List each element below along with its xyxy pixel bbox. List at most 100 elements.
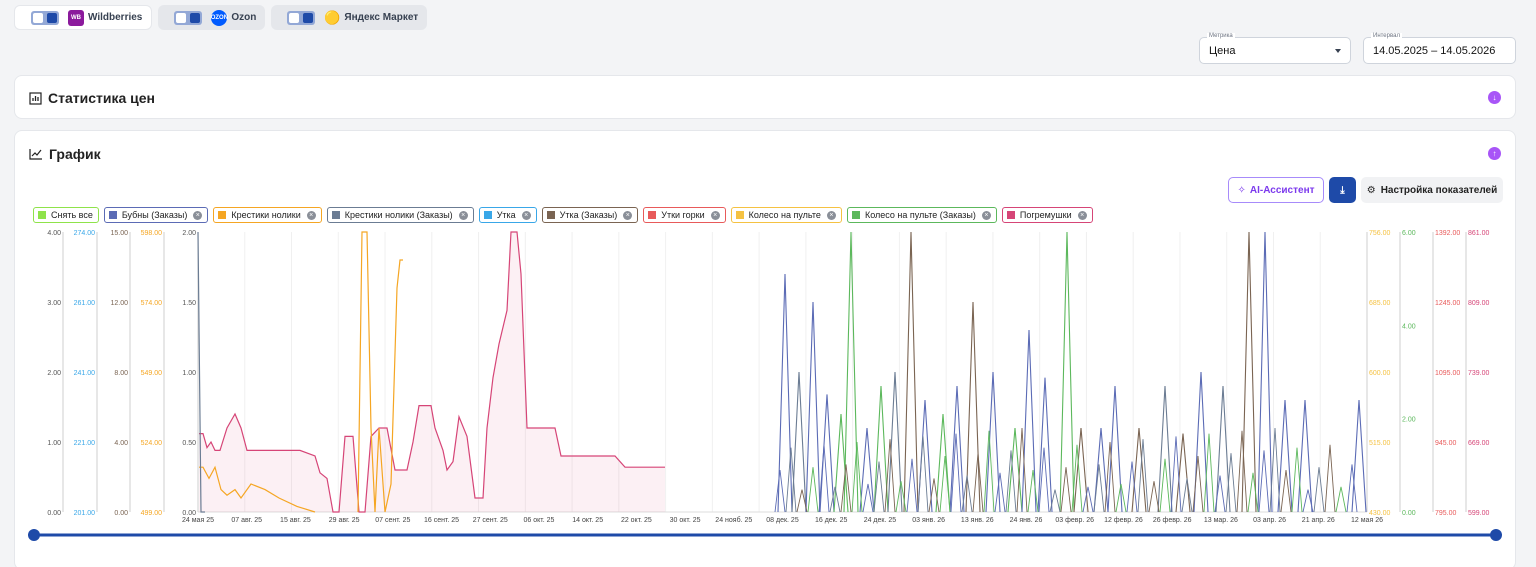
marketplace-label: Ozon <box>231 12 257 23</box>
range-slider-handle-start[interactable] <box>28 529 40 541</box>
y-tick-label: 574.00 <box>141 300 163 307</box>
ai-assistant-button[interactable]: ✧ AI-Ассистент <box>1228 177 1324 203</box>
yandex-market-logo: 🟡 <box>324 9 341 25</box>
series-line <box>1313 467 1325 513</box>
y-tick-label: 0.00 <box>1402 510 1416 517</box>
series-line <box>1059 231 1075 513</box>
x-tick-label: 24 дек. 25 <box>864 517 897 524</box>
close-icon[interactable]: × <box>306 210 316 220</box>
page-title: Статистика цен <box>48 90 155 106</box>
download-icon: ⤓ <box>1340 184 1345 196</box>
legend-swatch <box>38 211 46 219</box>
legend-item[interactable]: Колесо на пульте × <box>730 207 842 223</box>
x-tick-label: 22 окт. 25 <box>621 517 652 524</box>
x-tick-label: 26 февр. 26 <box>1153 517 1192 524</box>
marketplace-yandex-market[interactable]: 🟡 Яндекс Маркет <box>271 5 428 30</box>
legend-label: Колесо на пульте (Заказы) <box>864 210 976 220</box>
legend-swatch <box>483 211 492 219</box>
y-tick-label: 0.50 <box>182 440 196 447</box>
interval-picker[interactable]: Интервал 14.05.2025 – 14.05.2026 <box>1363 33 1516 64</box>
series-line <box>807 467 819 513</box>
gear-icon: ⚙ <box>1366 184 1376 196</box>
series-line <box>1257 231 1273 513</box>
legend-item[interactable]: Снять все <box>33 207 99 223</box>
y-tick-label: 201.00 <box>74 510 96 517</box>
legend-item[interactable]: Бубны (Заказы) × <box>103 207 209 223</box>
close-icon[interactable]: × <box>981 210 991 220</box>
graph-panel: График ↑ ✧ AI-Ассистент ⤓ ⚙ Настройка по… <box>14 130 1516 567</box>
series-line <box>1027 469 1039 513</box>
legend-swatch <box>1006 211 1015 219</box>
close-icon[interactable]: × <box>710 210 720 220</box>
legend-label: Утка <box>496 210 516 220</box>
settings-button[interactable]: ⚙ Настройка показателей <box>1361 177 1503 203</box>
marketplace-ozon[interactable]: OZON Ozon <box>158 5 266 30</box>
close-icon[interactable]: × <box>458 210 468 220</box>
marketplace-label: Wildberries <box>88 12 143 23</box>
legend-item[interactable]: Крестики нолики × <box>213 207 322 223</box>
price-chart[interactable]: 4.00 3.00 2.00 1.00 0.00 274.00 261.00 241.00 22… <box>15 225 1515 555</box>
legend-item[interactable]: Погремушки × <box>1001 207 1093 223</box>
y-tick-label: 4.00 <box>47 230 61 237</box>
y-tick-label: 1.50 <box>182 300 196 307</box>
metric-select[interactable]: Метрика Цена <box>1199 33 1351 64</box>
y-tick-label: 2.00 <box>47 370 61 377</box>
sparkle-icon: ✧ <box>1237 184 1246 196</box>
range-slider-handle-end[interactable] <box>1490 529 1502 541</box>
metric-label: Метрика <box>1207 33 1235 39</box>
legend-item[interactable]: Утка × <box>478 207 537 223</box>
y-tick-label: 1392.00 <box>1435 230 1460 237</box>
legend-label: Снять все <box>51 210 93 220</box>
series-line <box>1148 481 1160 513</box>
legend-label: Утки горки <box>661 210 705 220</box>
close-icon[interactable]: × <box>826 210 836 220</box>
marketplace-wildberries[interactable]: WB Wildberries <box>14 5 153 30</box>
arrow-up-circle-icon[interactable]: ↑ <box>1488 147 1501 160</box>
close-icon[interactable]: × <box>1077 210 1087 220</box>
marketplace-label: Яндекс Маркет <box>344 12 419 23</box>
series-line <box>1335 486 1347 513</box>
close-icon[interactable]: × <box>193 210 203 220</box>
toggle-switch[interactable] <box>31 10 59 25</box>
interval-value: 14.05.2025 – 14.05.2026 <box>1373 45 1496 57</box>
y-tick-label: 499.00 <box>141 510 163 517</box>
x-tick-label: 13 мар. 26 <box>1204 517 1238 524</box>
legend-item[interactable]: Утка (Заказы) × <box>541 207 639 223</box>
y-tick-label: 241.00 <box>74 370 96 377</box>
legend-swatch <box>648 211 657 219</box>
metric-value: Цена <box>1209 45 1236 57</box>
close-icon[interactable]: × <box>623 210 633 220</box>
interval-label: Интервал <box>1371 33 1402 39</box>
series-line <box>774 469 786 513</box>
graph-title: График <box>49 146 101 162</box>
arrow-down-circle-icon[interactable]: ↓ <box>1488 91 1501 104</box>
x-tick-label: 06 окт. 25 <box>524 517 555 524</box>
legend-item[interactable]: Колесо на пульте (Заказы) × <box>846 207 997 223</box>
y-tick-label: 945.00 <box>1435 440 1457 447</box>
legend-swatch <box>546 211 555 219</box>
x-tick-label: 24 нояб. 25 <box>715 516 752 524</box>
price-stats-panel[interactable]: Статистика цен ↓ <box>14 75 1516 119</box>
toggle-switch[interactable] <box>287 10 316 25</box>
y-tick-label: 795.00 <box>1435 510 1457 517</box>
y-tick-label: 756.00 <box>1369 230 1391 237</box>
graph-header: График <box>29 146 101 162</box>
legend-item[interactable]: Утки горки × <box>643 207 726 223</box>
wildberries-logo: WB <box>68 9 84 26</box>
series-line <box>1297 399 1313 513</box>
x-tick-label: 16 дек. 25 <box>815 517 848 524</box>
y-tick-label: 221.00 <box>74 440 96 447</box>
legend-label: Крестики нолики <box>231 210 301 220</box>
y-tick-label: 0.00 <box>182 510 196 517</box>
x-tick-label: 16 сент. 25 <box>424 517 459 524</box>
y-tick-label: 739.00 <box>1468 370 1490 377</box>
x-tick-label: 15 авг. 25 <box>280 517 311 524</box>
toggle-switch[interactable] <box>174 10 203 25</box>
download-button[interactable]: ⤓ <box>1329 177 1356 203</box>
legend-swatch <box>851 211 860 219</box>
marketplace-toggles: WB Wildberries OZON Ozon 🟡 Яндекс Маркет <box>14 5 428 30</box>
legend-item[interactable]: Крестики нолики (Заказы) × <box>326 207 474 223</box>
series-line <box>906 458 918 513</box>
close-icon[interactable]: × <box>521 210 531 220</box>
y-tick-label: 274.00 <box>74 230 96 237</box>
